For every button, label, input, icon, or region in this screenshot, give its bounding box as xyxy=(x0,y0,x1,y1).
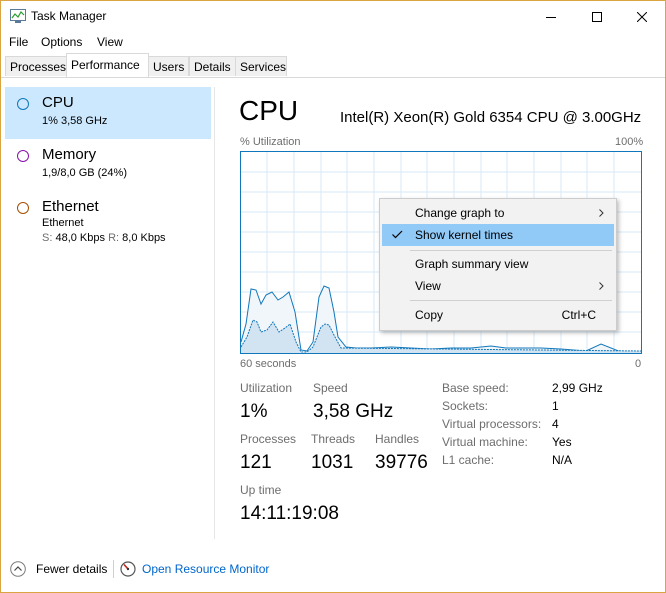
task-manager-icon xyxy=(10,9,26,23)
handles-label: Handles xyxy=(375,432,420,446)
context-menu: Change graph to Show kernel times Graph … xyxy=(379,198,617,331)
menu-file[interactable]: File xyxy=(9,35,28,49)
receive-value: 8,0 Kbps xyxy=(122,232,166,244)
sidebar-item-title: CPU xyxy=(42,94,74,111)
menu-item-copy[interactable]: Copy Ctrl+C xyxy=(382,304,614,326)
utilization-label: Utilization xyxy=(240,381,293,395)
menu-view[interactable]: View xyxy=(97,35,123,49)
sidebar-item-memory[interactable]: Memory 1,9/8,0 GB (24%) xyxy=(5,139,211,191)
menu-item-shortcut: Ctrl+C xyxy=(561,308,596,322)
chevron-right-icon xyxy=(599,209,604,217)
title-bar: Task Manager xyxy=(1,1,665,32)
uptime-label: Up time xyxy=(240,483,282,497)
menu-item-label: Copy xyxy=(415,308,444,322)
footer-divider xyxy=(113,560,114,578)
spec-label: L1 cache: xyxy=(442,453,495,467)
graph-y-max-label: 100% xyxy=(615,136,644,148)
resource-sidebar: CPU 1% 3,58 GHz Memory 1,9/8,0 GB (24%) … xyxy=(5,87,211,251)
tab-bar: Processes Performance Users Details Serv… xyxy=(1,52,665,78)
speed-value: 3,58 GHz xyxy=(313,401,394,422)
menu-item-show-kernel-times[interactable]: Show kernel times xyxy=(382,224,614,246)
menu-item-label: View xyxy=(415,279,441,293)
tab-processes[interactable]: Processes xyxy=(5,56,67,76)
chevron-up-circle-icon[interactable] xyxy=(10,561,26,577)
close-icon xyxy=(637,11,647,22)
menu-item-graph-summary-view[interactable]: Graph summary view xyxy=(382,253,614,275)
cpu-circle-icon xyxy=(17,98,29,110)
menu-separator xyxy=(410,300,612,301)
sidebar-item-subtitle: 1% 3,58 GHz xyxy=(42,115,108,127)
panel-divider[interactable] xyxy=(214,87,215,539)
spec-value: 1 xyxy=(552,399,559,413)
page-title: CPU xyxy=(239,95,299,126)
sidebar-item-title: Ethernet xyxy=(42,198,99,215)
menu-item-label: Show kernel times xyxy=(415,228,514,242)
spec-value: 4 xyxy=(552,417,559,431)
uptime-value: 14:11:19:08 xyxy=(240,503,339,524)
close-button[interactable] xyxy=(619,1,665,32)
tab-users[interactable]: Users xyxy=(148,56,189,76)
graph-x-right-label: 0 xyxy=(635,358,642,370)
threads-value: 1031 xyxy=(311,452,354,473)
processes-label: Processes xyxy=(240,432,297,446)
spec-value: Yes xyxy=(552,435,572,449)
ethernet-throughput: S: 48,0 Kbps R: 8,0 Kbps xyxy=(42,232,166,244)
maximize-icon xyxy=(592,11,602,22)
sidebar-item-subtitle: Ethernet xyxy=(42,217,84,229)
graph-x-left-label: 60 seconds xyxy=(240,358,297,370)
window-title: Task Manager xyxy=(31,9,107,23)
check-icon xyxy=(392,230,403,239)
graph-y-label: % Utilization xyxy=(240,136,301,148)
spec-value: 2,99 GHz xyxy=(552,381,603,395)
menu-item-label: Graph summary view xyxy=(415,257,529,271)
resource-monitor-icon[interactable] xyxy=(120,561,136,577)
threads-label: Threads xyxy=(311,432,356,446)
tab-performance[interactable]: Performance xyxy=(66,53,149,77)
menu-bar: File Options View xyxy=(1,32,665,52)
tab-services[interactable]: Services xyxy=(235,56,287,76)
ethernet-circle-icon xyxy=(17,202,29,214)
memory-circle-icon xyxy=(17,150,29,162)
send-label: S: xyxy=(42,232,53,244)
processes-value: 121 xyxy=(240,452,272,473)
sidebar-item-title: Memory xyxy=(42,146,97,163)
spec-value: N/A xyxy=(552,453,573,467)
spec-label: Base speed: xyxy=(442,381,509,395)
speed-label: Speed xyxy=(313,381,348,395)
send-value: 48,0 Kbps xyxy=(55,232,106,244)
fewer-details-link[interactable]: Fewer details xyxy=(36,562,107,576)
sidebar-item-ethernet[interactable]: Ethernet Ethernet S: 48,0 Kbps R: 8,0 Kb… xyxy=(5,191,211,251)
minimize-button[interactable] xyxy=(528,1,574,32)
footer-bar: Fewer details Open Resource Monitor xyxy=(1,542,665,592)
menu-options[interactable]: Options xyxy=(41,35,82,49)
sidebar-item-subtitle: 1,9/8,0 GB (24%) xyxy=(42,167,127,179)
tab-details[interactable]: Details xyxy=(189,56,236,76)
menu-item-view[interactable]: View xyxy=(382,275,614,297)
utilization-value: 1% xyxy=(240,401,268,422)
cpu-model-name: Intel(R) Xeon(R) Gold 6354 CPU @ 3.00GHz xyxy=(340,109,642,126)
open-resource-monitor-link[interactable]: Open Resource Monitor xyxy=(142,562,269,576)
menu-separator xyxy=(410,250,612,251)
minimize-icon xyxy=(546,16,556,18)
handles-value: 39776 xyxy=(375,452,428,473)
receive-label: R: xyxy=(108,232,120,244)
menu-item-change-graph[interactable]: Change graph to xyxy=(382,202,614,224)
menu-item-label: Change graph to xyxy=(415,206,505,220)
maximize-button[interactable] xyxy=(574,1,620,32)
spec-label: Virtual machine: xyxy=(442,435,528,449)
task-manager-window: Task Manager File Options View Processes… xyxy=(0,0,666,593)
spec-label: Virtual processors: xyxy=(442,417,542,431)
sidebar-item-cpu[interactable]: CPU 1% 3,58 GHz xyxy=(5,87,211,139)
spec-label: Sockets: xyxy=(442,399,489,413)
chevron-right-icon xyxy=(599,282,604,290)
